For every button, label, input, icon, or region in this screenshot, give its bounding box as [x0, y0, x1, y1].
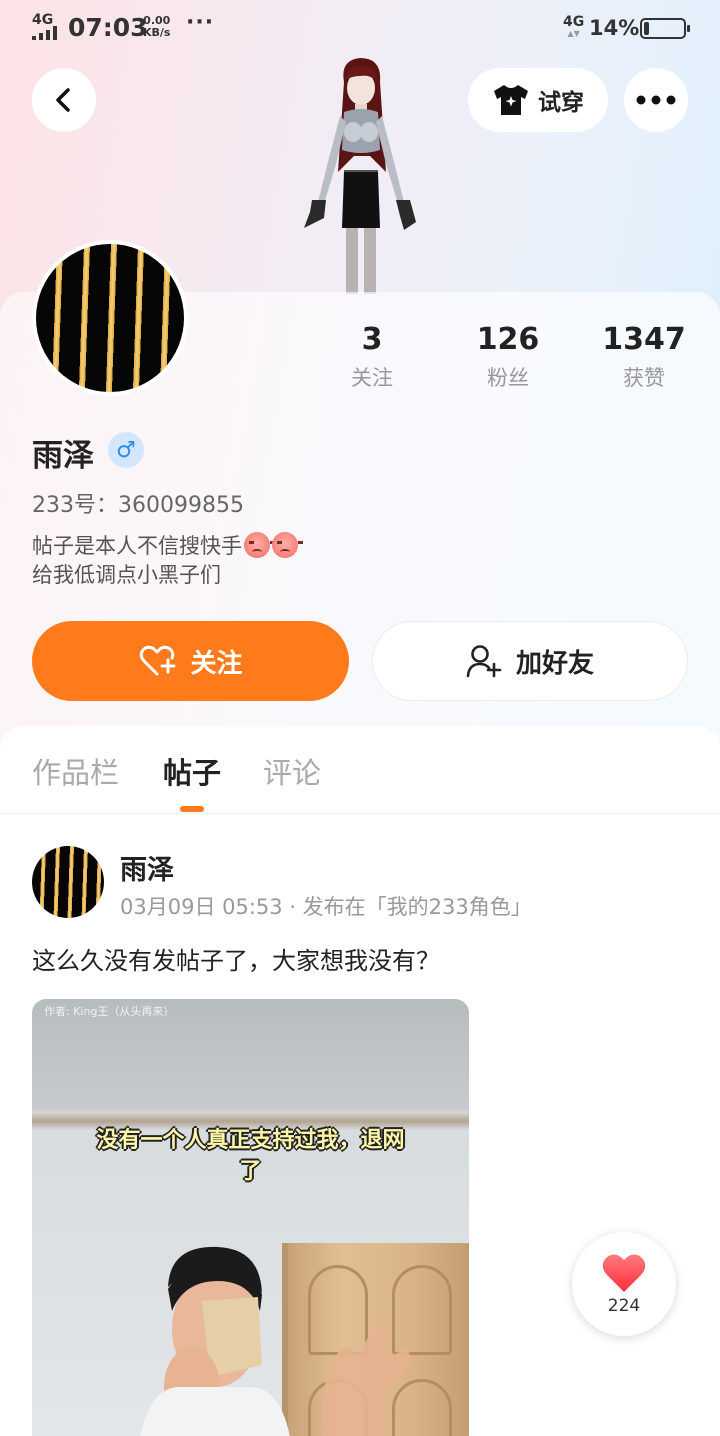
stat-following[interactable]: 3 关注	[312, 322, 432, 398]
avatar-3d-figure	[304, 58, 416, 294]
angry-face-icon	[272, 532, 303, 558]
follow-label: 关注	[190, 648, 243, 679]
signal-icon	[32, 26, 57, 40]
battery-fill	[644, 22, 649, 35]
status-bar: 4G 07:03 0.00 KB/s ··· 4G ▲▼ 14%	[0, 0, 720, 56]
bio-line-1-text: 帖子是本人不信搜快手	[32, 534, 242, 558]
image-person	[140, 1246, 290, 1436]
network-speed: 0.00 KB/s	[143, 15, 170, 39]
network-type-right-label: 4G	[563, 14, 585, 30]
stat-likes[interactable]: 1347 获赞	[584, 322, 704, 398]
post-image[interactable]: 作者: King王（从头再来） 没有一个人真正支持过我，退网 了	[32, 999, 469, 1436]
profile-avatar[interactable]	[32, 240, 188, 396]
heart-plus-icon	[140, 645, 176, 676]
back-arrow-icon	[56, 88, 70, 112]
stat-fans-label: 粉丝	[487, 366, 529, 390]
back-button[interactable]	[32, 68, 96, 132]
image-caption-line-1: 没有一个人真正支持过我，退网	[96, 1128, 405, 1153]
follow-button[interactable]: 关注	[32, 621, 349, 701]
angry-face-icon	[244, 532, 275, 558]
stat-fans[interactable]: 126 粉丝	[448, 322, 568, 398]
add-friend-label: 加好友	[515, 648, 594, 679]
clock: 07:03	[68, 13, 148, 42]
tab-posts[interactable]: 帖子	[163, 750, 221, 792]
avatar-stripes-image	[36, 244, 184, 392]
stat-fans-value: 126	[476, 322, 540, 357]
post-author-name[interactable]: 雨泽	[120, 848, 174, 887]
network-speed-unit: KB/s	[143, 26, 171, 39]
bio-line-1: 帖子是本人不信搜快手	[32, 532, 303, 561]
like-count: 224	[607, 1296, 641, 1316]
add-user-icon	[466, 645, 502, 678]
heart-icon	[602, 1254, 646, 1292]
more-dots-icon	[636, 95, 676, 105]
status-more-icon: ···	[186, 10, 215, 35]
add-friend-button[interactable]: 加好友	[372, 621, 688, 701]
tshirt-icon	[494, 85, 528, 115]
post-author-avatar[interactable]	[32, 846, 104, 918]
stat-following-value: 3	[361, 322, 383, 357]
battery-percent: 14%	[589, 16, 640, 40]
image-caption: 没有一个人真正支持过我，退网 了	[52, 1125, 449, 1187]
active-tab-indicator	[180, 806, 204, 812]
tab-comments[interactable]: 评论	[263, 750, 321, 792]
male-gender-icon: ♂	[108, 432, 144, 468]
image-hand	[322, 1324, 410, 1436]
like-button[interactable]: 224	[572, 1232, 676, 1336]
profile-user-id: 233号：360099855	[32, 493, 244, 518]
content-tabs: 作品栏 帖子 评论	[0, 726, 720, 814]
image-watermark: 作者: King王（从头再来）	[44, 1005, 175, 1018]
network-type-right: 4G ▲▼	[563, 14, 584, 38]
profile-username: 雨泽	[32, 438, 94, 474]
bio-line-2: 给我低调点小黑子们	[32, 563, 221, 587]
post-text: 这么久没有发帖子了，大家想我没有？	[32, 947, 440, 975]
image-caption-line-2: 了	[239, 1159, 262, 1184]
tab-works[interactable]: 作品栏	[32, 750, 119, 792]
stat-following-label: 关注	[351, 366, 393, 390]
try-on-label: 试穿	[538, 90, 584, 116]
stat-likes-label: 获赞	[623, 366, 665, 390]
more-options-button[interactable]	[624, 68, 688, 132]
post-card[interactable]: 雨泽 03月09日 05:53 · 发布在「我的233角色」 这么久没有发帖子了…	[0, 814, 720, 1436]
battery-icon	[640, 18, 690, 39]
stat-likes-value: 1347	[602, 322, 686, 357]
try-on-button[interactable]: 试穿	[468, 68, 608, 132]
post-avatar-stripes-image	[32, 846, 104, 918]
data-arrows-icon: ▲▼	[567, 29, 580, 38]
post-meta: 03月09日 05:53 · 发布在「我的233角色」	[120, 895, 532, 919]
profile-bio: 帖子是本人不信搜快手 给我低调点小黑子们	[32, 532, 303, 590]
